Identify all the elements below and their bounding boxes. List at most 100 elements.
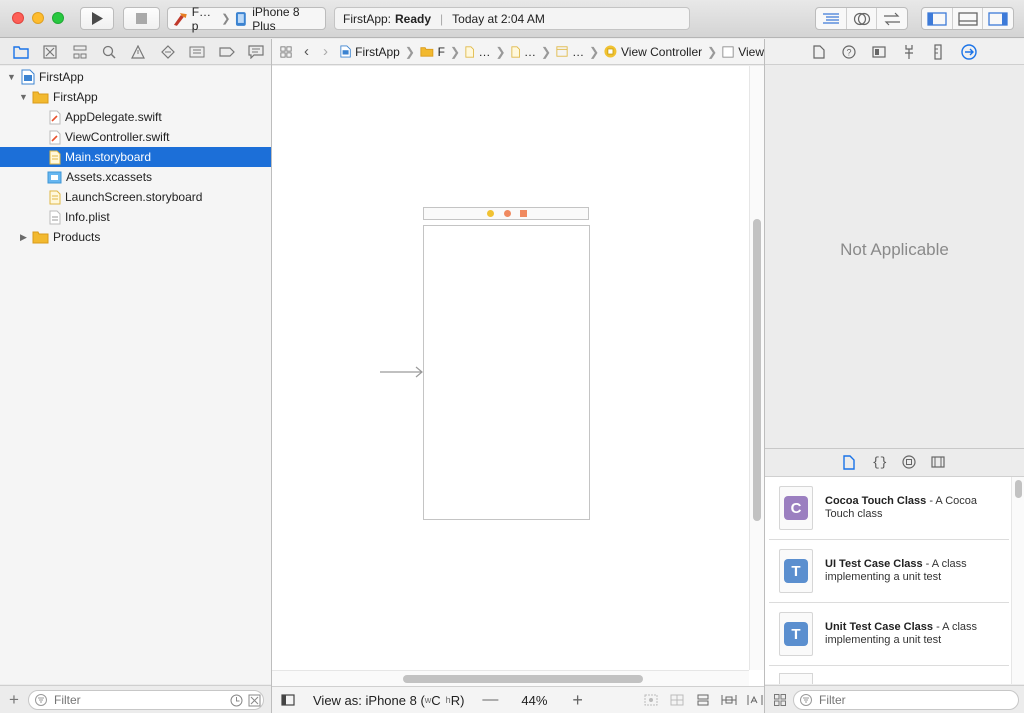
crumb-file[interactable]: … <box>478 45 490 59</box>
stack-icon[interactable] <box>669 693 685 707</box>
left-panel-icon <box>927 11 947 26</box>
tree-row-group-firstapp[interactable]: ▼ FirstApp <box>0 87 271 107</box>
library-item[interactable]: T Unit Test Case Class - A class impleme… <box>769 603 1009 666</box>
library-scrollbar[interactable] <box>1011 477 1024 684</box>
tree-row-infoplist[interactable]: Info.plist <box>0 207 271 227</box>
first-responder-dock-icon[interactable] <box>504 210 511 217</box>
scene-dock[interactable] <box>423 207 589 220</box>
connections-inspector-icon[interactable] <box>961 44 977 60</box>
navigator-footer: + <box>0 685 271 713</box>
vertical-scroll-thumb[interactable] <box>753 219 761 521</box>
scheme-selector[interactable]: F…p ❯ iPhone 8 Plus <box>167 5 326 33</box>
back-arrow-icon[interactable]: ‹ <box>304 43 309 60</box>
speech-bubble-icon <box>248 44 264 59</box>
tree-row-viewcontroller[interactable]: ViewController.swift <box>0 127 271 147</box>
toggle-outline-icon[interactable] <box>281 694 295 706</box>
assistant-editor-button[interactable] <box>847 8 878 29</box>
related-items-icon[interactable] <box>280 45 292 59</box>
crumb-project[interactable]: FirstApp <box>355 45 400 59</box>
tree-row-assets[interactable]: Assets.xcassets <box>0 167 271 187</box>
tree-row-launchscreen[interactable]: LaunchScreen.storyboard <box>0 187 271 207</box>
zoom-in-icon[interactable]: + <box>572 690 583 711</box>
project-navigator-tab[interactable] <box>6 45 35 59</box>
library-item[interactable]: C Cocoa Touch Class - A Cocoa Touch clas… <box>769 477 1009 540</box>
tree-row-project[interactable]: ▼ FirstApp <box>0 67 271 87</box>
swift-file-icon <box>49 130 61 144</box>
view-controller-scene[interactable] <box>423 225 590 520</box>
template-desc-line1: - A class <box>922 558 967 570</box>
grid-view-icon[interactable] <box>774 694 786 706</box>
resolve-layout-icon[interactable] <box>747 693 763 707</box>
gauge-icon <box>189 46 205 57</box>
add-constraints-icon[interactable] <box>721 693 737 707</box>
template-badge: T <box>784 559 808 583</box>
zoom-window-button[interactable] <box>52 12 64 24</box>
help-icon[interactable]: ? <box>842 45 856 59</box>
file-inspector-icon[interactable] <box>813 45 825 59</box>
stop-button[interactable] <box>123 7 160 30</box>
library-scroll-thumb[interactable] <box>1015 480 1022 498</box>
embed-in-icon[interactable] <box>643 693 659 707</box>
size-inspector-icon[interactable] <box>933 44 943 60</box>
navigator-filter-input[interactable] <box>54 693 214 707</box>
tree-row-main-storyboard[interactable]: Main.storyboard <box>0 147 271 167</box>
zoom-level-label[interactable]: 44% <box>510 693 558 708</box>
crumb-storyboard[interactable]: … <box>524 45 536 59</box>
view-as-label[interactable]: View as: iPhone 8 ( <box>313 693 425 708</box>
media-library-icon[interactable] <box>931 456 945 468</box>
issue-navigator-tab[interactable] <box>124 44 153 59</box>
add-icon[interactable]: + <box>9 690 19 710</box>
zoom-out-icon[interactable]: — <box>482 691 498 709</box>
source-control-navigator-tab[interactable] <box>35 44 64 59</box>
jump-bar: ‹ › FirstApp ❯ F ❯ … ❯ … ❯ … ❯ View Cont… <box>272 39 764 65</box>
navigator-filter-field[interactable] <box>28 690 264 710</box>
version-editor-button[interactable] <box>877 8 907 29</box>
disclosure-open-icon[interactable]: ▼ <box>18 92 29 103</box>
crumb-group[interactable]: F <box>438 45 445 59</box>
attributes-inspector-icon[interactable] <box>903 44 915 60</box>
vertical-scrollbar[interactable] <box>749 66 764 670</box>
identity-inspector-icon[interactable] <box>872 46 886 58</box>
breakpoint-navigator-tab[interactable] <box>212 46 241 58</box>
report-navigator-tab[interactable] <box>242 44 271 59</box>
toggle-inspector-button[interactable] <box>983 8 1013 29</box>
view-controller-icon <box>604 45 617 58</box>
object-library-icon[interactable] <box>902 455 916 469</box>
disclosure-closed-icon[interactable]: ▶ <box>18 232 29 243</box>
exit-dock-icon[interactable] <box>520 210 527 217</box>
library-filter-field[interactable] <box>793 690 1019 710</box>
run-button[interactable] <box>80 7 114 30</box>
horizontal-scrollbar[interactable] <box>272 670 749 686</box>
view-controller-dock-icon[interactable] <box>487 210 494 217</box>
debug-navigator-tab[interactable] <box>183 46 212 58</box>
chevron-right-icon: ❯ <box>495 44 506 59</box>
device-icon <box>236 11 247 26</box>
toggle-debug-button[interactable] <box>953 8 984 29</box>
standard-editor-button[interactable] <box>816 8 847 29</box>
crumb-view[interactable]: View <box>738 45 764 59</box>
activity-viewer: FirstApp: Ready | Today at 2:04 AM <box>334 7 690 30</box>
test-navigator-tab[interactable] <box>153 44 182 59</box>
storyboard-canvas[interactable] <box>272 66 764 686</box>
forward-arrow-icon[interactable]: › <box>323 43 328 60</box>
align-icon[interactable] <box>695 693 711 707</box>
symbol-navigator-tab[interactable] <box>65 45 94 59</box>
close-window-button[interactable] <box>12 12 24 24</box>
minimize-window-button[interactable] <box>32 12 44 24</box>
toggle-navigator-button[interactable] <box>922 8 953 29</box>
crumb-scene[interactable]: … <box>572 45 584 59</box>
crumb-view-controller[interactable]: View Controller <box>621 45 702 59</box>
disclosure-open-icon[interactable]: ▼ <box>6 72 17 83</box>
tree-row-appdelegate[interactable]: AppDelegate.swift <box>0 107 271 127</box>
source-control-filter-icon[interactable] <box>248 694 261 707</box>
find-navigator-tab[interactable] <box>94 45 123 59</box>
file-template-library-icon[interactable] <box>843 455 855 470</box>
recent-files-icon[interactable] <box>230 694 243 707</box>
code-snippet-library-icon[interactable]: {} <box>872 455 888 470</box>
library-filter-input[interactable] <box>819 693 1009 707</box>
horizontal-scroll-thumb[interactable] <box>403 675 643 683</box>
tree-row-products[interactable]: ▶ Products <box>0 227 271 247</box>
bottom-panel-icon <box>957 11 978 26</box>
library-item[interactable]: T UI Test Case Class - A class implement… <box>769 540 1009 603</box>
template-document-icon: C <box>779 486 813 530</box>
